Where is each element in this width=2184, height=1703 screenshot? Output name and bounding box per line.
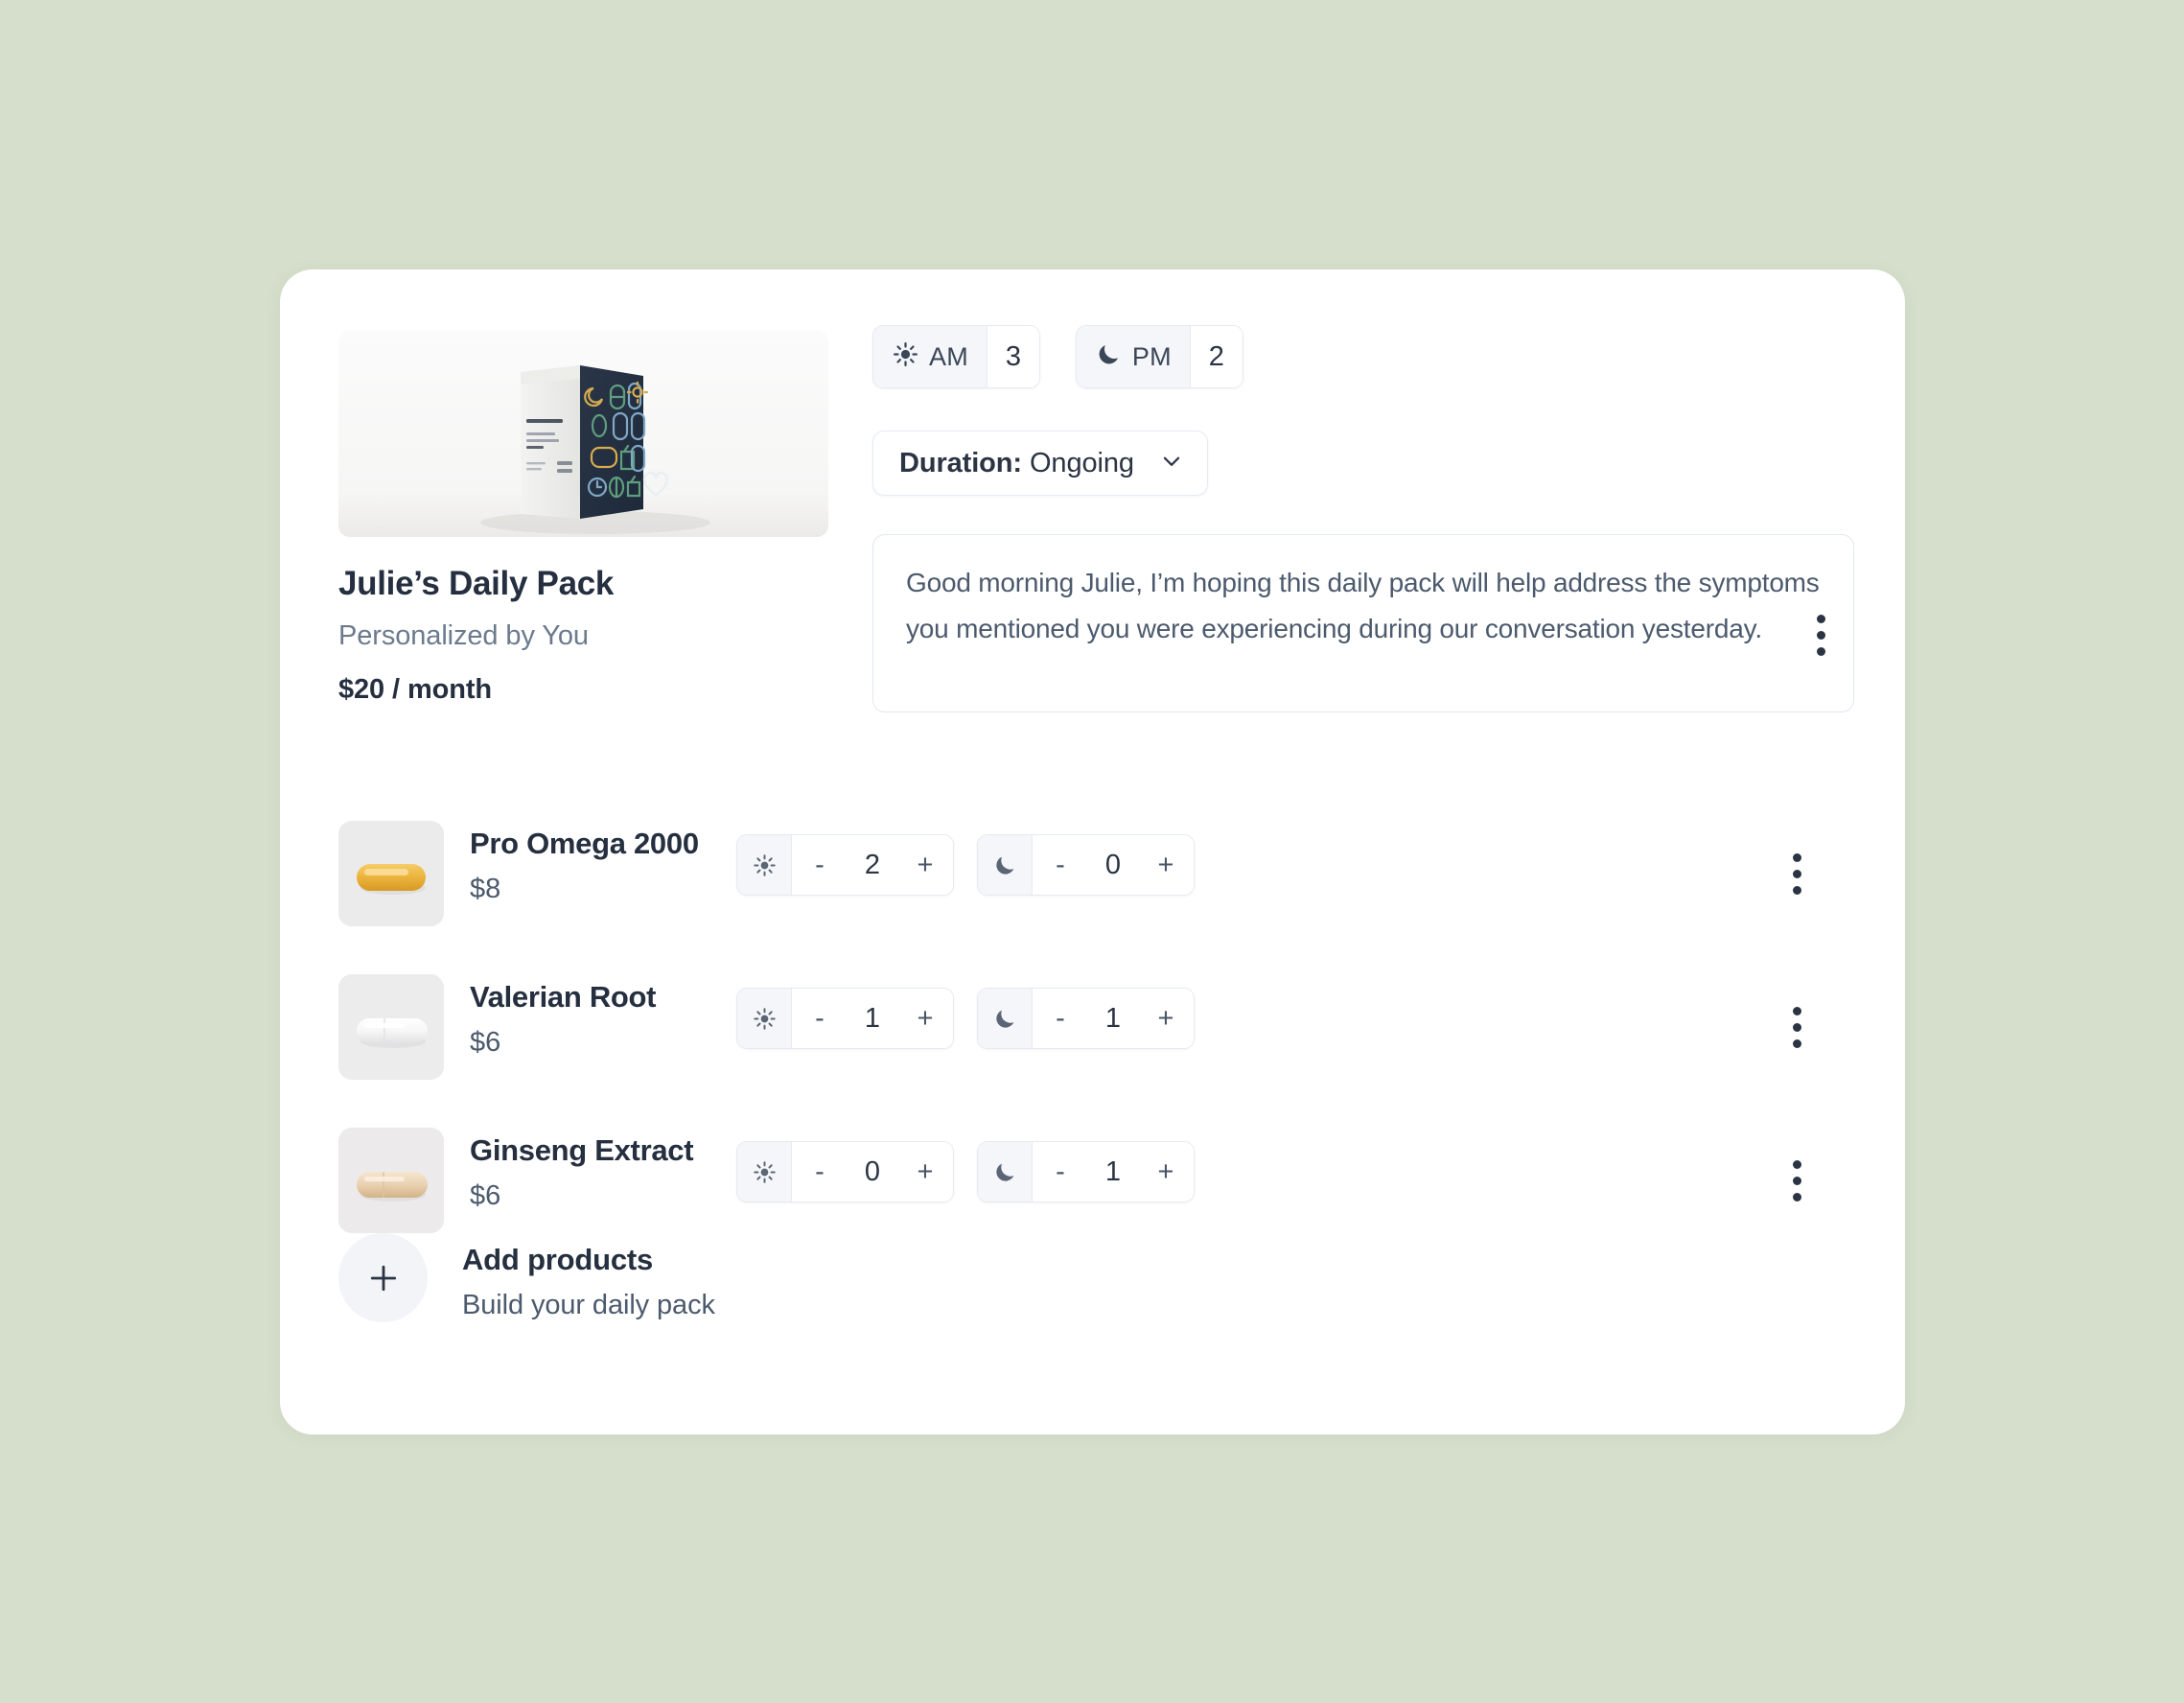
pack-pm-pill[interactable]: PM 2: [1075, 325, 1243, 388]
pm-dose-value[interactable]: 1: [1088, 1003, 1138, 1035]
product-pm-stepper: - 1 +: [977, 1141, 1195, 1202]
pm-dose-value[interactable]: 0: [1088, 850, 1138, 881]
pm-decrement-button[interactable]: -: [1033, 1004, 1088, 1033]
sun-icon: [737, 835, 792, 895]
kebab-dot: [1792, 1022, 1801, 1032]
add-products-title: Add products: [462, 1243, 654, 1276]
supplement-box-photo: [338, 331, 828, 537]
kebab-dot: [1792, 885, 1801, 895]
product-thumbnail: [338, 974, 444, 1080]
product-pm-stepper: - 1 +: [977, 988, 1195, 1049]
product-pm-stepper: - 0 +: [977, 834, 1195, 896]
pm-increment-button[interactable]: +: [1138, 1157, 1194, 1186]
chevron-down-icon: [1159, 449, 1184, 478]
beige-capsule-image: [338, 1128, 444, 1233]
product-menu-button[interactable]: [1776, 848, 1818, 899]
kebab-dot: [1816, 614, 1825, 623]
am-decrement-button[interactable]: -: [792, 1157, 848, 1186]
product-name: Valerian Root: [470, 980, 657, 1014]
add-products-button[interactable]: [338, 1233, 428, 1322]
sun-icon: [893, 341, 918, 372]
pack-am-value[interactable]: 3: [987, 326, 1039, 387]
pack-note-input[interactable]: [872, 534, 1854, 712]
product-pm-body: - 0 +: [1033, 835, 1194, 895]
product-menu-button[interactable]: [1776, 1155, 1818, 1206]
pack-pm-label: PM: [1131, 341, 1172, 371]
am-increment-button[interactable]: +: [897, 851, 953, 879]
duration-value: Ongoing: [1029, 447, 1134, 478]
kebab-dot: [1792, 852, 1801, 862]
white-capsule-image: [338, 974, 444, 1080]
am-decrement-button[interactable]: -: [792, 851, 848, 879]
product-thumbnail: [338, 821, 444, 926]
product-price: $6: [470, 1027, 501, 1058]
product-am-body: - 0 +: [792, 1142, 953, 1201]
pack-hero-image: [338, 331, 828, 537]
pm-dose-value[interactable]: 1: [1088, 1156, 1138, 1188]
am-dose-value[interactable]: 2: [848, 850, 897, 881]
product-price: $6: [470, 1180, 501, 1211]
sun-icon: [737, 989, 792, 1048]
pm-increment-button[interactable]: +: [1138, 1004, 1194, 1033]
duration-dropdown[interactable]: Duration: Ongoing: [872, 431, 1208, 496]
pack-menu-button[interactable]: [1800, 609, 1842, 661]
product-am-stepper: - 0 +: [736, 1141, 954, 1202]
kebab-dot: [1792, 1006, 1801, 1015]
product-dose-steppers: - 1 + - 1 +: [736, 988, 1195, 1049]
sun-icon: [737, 1142, 792, 1201]
softgel-capsule-image: [338, 821, 444, 926]
table-row: Valerian Root $6 - 1 + - 1 +: [280, 974, 1905, 1080]
product-am-stepper: - 2 +: [736, 834, 954, 896]
pm-increment-button[interactable]: +: [1138, 851, 1194, 879]
product-dose-steppers: - 2 + - 0 +: [736, 834, 1195, 896]
kebab-dot: [1792, 1192, 1801, 1201]
product-am-body: - 1 +: [792, 989, 953, 1048]
kebab-dot: [1816, 646, 1825, 656]
kebab-dot: [1792, 869, 1801, 878]
daily-pack-card: Julie’s Daily Pack Personalized by You $…: [280, 269, 1905, 1435]
product-price: $8: [470, 874, 501, 904]
product-pm-body: - 1 +: [1033, 989, 1194, 1048]
product-name: Pro Omega 2000: [470, 827, 699, 860]
am-decrement-button[interactable]: -: [792, 1004, 848, 1033]
add-products-row[interactable]: Add products Build your daily pack: [280, 1233, 1905, 1329]
moon-icon: [978, 989, 1033, 1048]
kebab-dot: [1816, 630, 1825, 640]
moon-icon: [1096, 341, 1122, 372]
product-dose-steppers: - 0 + - 1 +: [736, 1141, 1195, 1202]
kebab-dot: [1792, 1038, 1801, 1048]
pack-am-segment[interactable]: AM: [873, 326, 987, 387]
moon-icon: [978, 1142, 1033, 1201]
am-dose-value[interactable]: 0: [848, 1156, 897, 1188]
product-pm-body: - 1 +: [1033, 1142, 1194, 1201]
moon-icon: [978, 835, 1033, 895]
pm-decrement-button[interactable]: -: [1033, 1157, 1088, 1186]
plus-icon: [364, 1259, 403, 1297]
product-am-body: - 2 +: [792, 835, 953, 895]
pm-decrement-button[interactable]: -: [1033, 851, 1088, 879]
product-name: Ginseng Extract: [470, 1133, 694, 1167]
add-products-subtitle: Build your daily pack: [462, 1290, 715, 1320]
pack-time-pills: AM 3 PM 2: [872, 325, 1243, 388]
pack-am-pill[interactable]: AM 3: [872, 325, 1040, 388]
duration-label: Duration:: [899, 447, 1022, 478]
am-increment-button[interactable]: +: [897, 1157, 953, 1186]
duration-text: Duration: Ongoing: [899, 448, 1134, 479]
kebab-dot: [1792, 1176, 1801, 1185]
pack-title: Julie’s Daily Pack: [338, 565, 615, 602]
pack-pm-segment[interactable]: PM: [1076, 326, 1191, 387]
kebab-dot: [1792, 1159, 1801, 1169]
table-row: Ginseng Extract $6 - 0 + - 1 +: [280, 1128, 1905, 1233]
am-increment-button[interactable]: +: [897, 1004, 953, 1033]
table-row: Pro Omega 2000 $8 - 2 + - 0 +: [280, 821, 1905, 926]
product-menu-button[interactable]: [1776, 1001, 1818, 1053]
am-dose-value[interactable]: 1: [848, 1003, 897, 1035]
pack-subtitle: Personalized by You: [338, 620, 589, 651]
pack-pm-value[interactable]: 2: [1190, 326, 1243, 387]
product-am-stepper: - 1 +: [736, 988, 954, 1049]
pack-price: $20 / month: [338, 674, 493, 705]
pack-am-label: AM: [929, 341, 968, 371]
product-thumbnail: [338, 1128, 444, 1233]
